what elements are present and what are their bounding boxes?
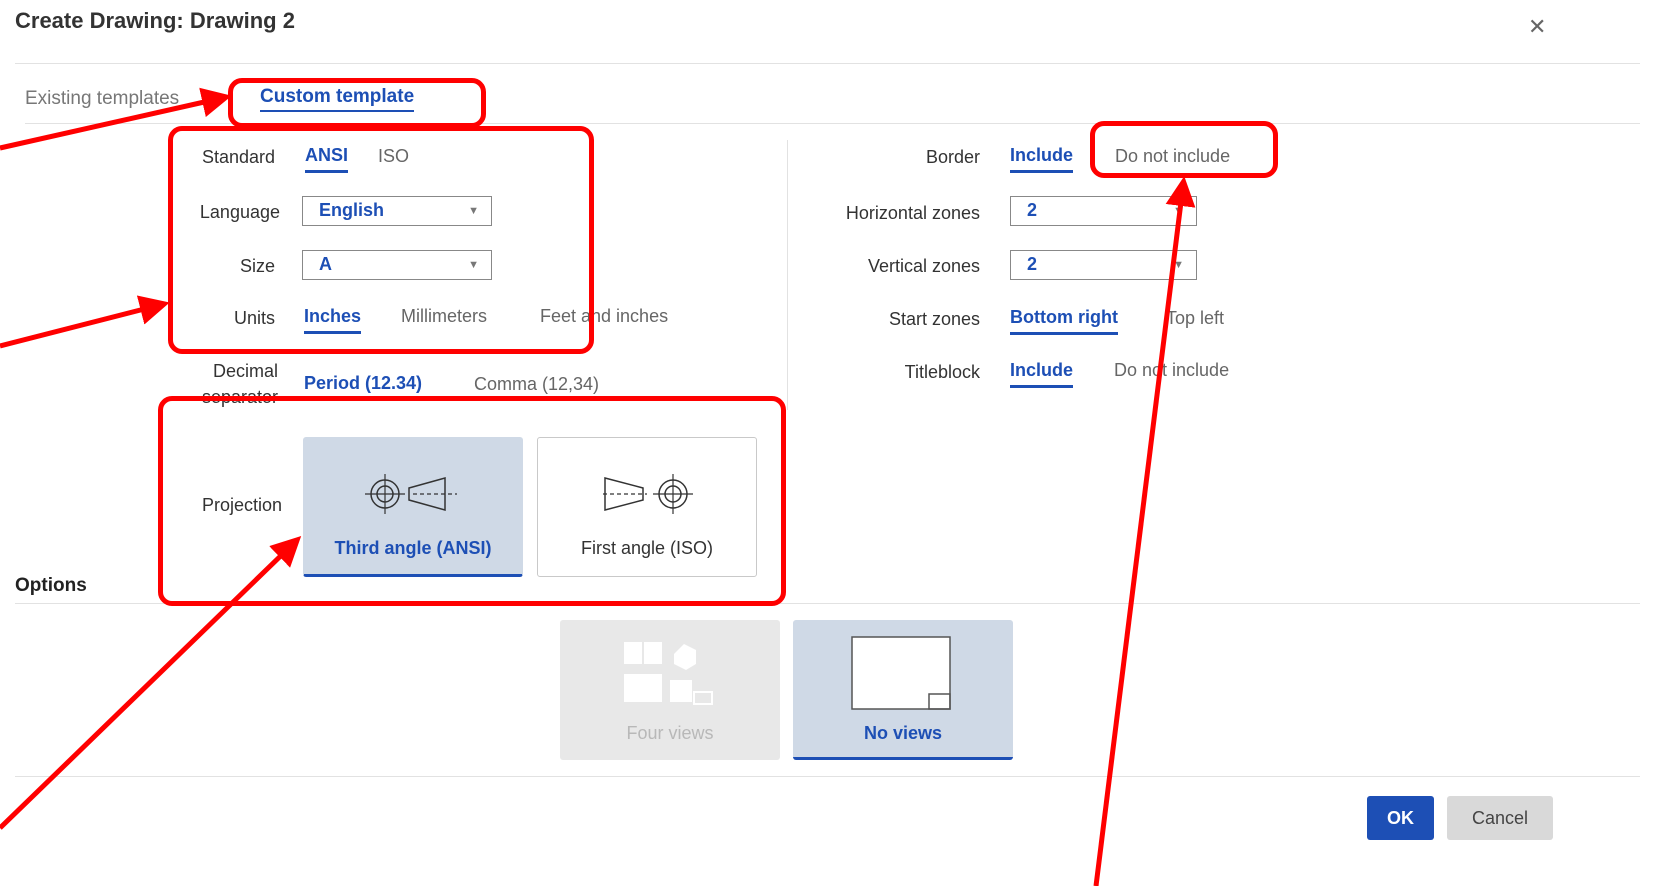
arrow-to-standard-units [0,295,170,349]
arrow-to-custom-template [0,87,232,151]
arrow-to-projection [0,536,302,830]
annotation-arrows [0,87,1196,886]
arrow-to-border [1093,176,1196,886]
